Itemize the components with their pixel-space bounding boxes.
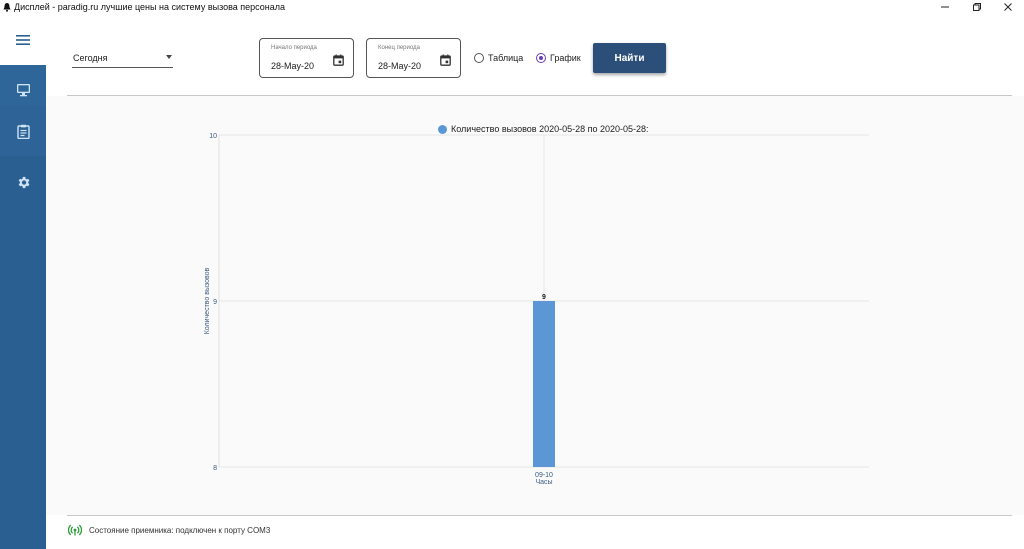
restore-button[interactable] xyxy=(962,0,992,14)
divider-bottom xyxy=(67,515,1012,516)
data-label: 9 xyxy=(542,294,546,301)
legend-label: Количество вызовов 2020-05-28 по 2020-05… xyxy=(451,124,649,134)
bell-icon xyxy=(3,3,11,12)
start-date-field[interactable]: Начало периода 28-May-20 xyxy=(259,38,354,78)
radio-table-circle[interactable] xyxy=(474,53,484,63)
sidebar xyxy=(0,14,46,549)
chart-legend[interactable]: Количество вызовов 2020-05-28 по 2020-05… xyxy=(438,124,649,134)
y-tick-label: 8 xyxy=(213,465,217,472)
radio-table[interactable]: Таблица xyxy=(474,52,523,64)
menu-icon xyxy=(16,34,30,45)
end-date-field[interactable]: Конец периода 28-May-20 xyxy=(366,38,461,78)
start-date-value: 28-May-20 xyxy=(271,61,315,71)
x-tick-label: 09-10 xyxy=(535,472,553,479)
start-date-label: Начало периода xyxy=(271,45,317,51)
sidebar-item-reports[interactable] xyxy=(0,106,46,156)
title-bar: Дисплей - paradig.ru лучшие цены на сист… xyxy=(0,0,1024,14)
monitor-icon xyxy=(16,84,30,97)
calendar-icon[interactable] xyxy=(333,54,344,66)
legend-marker xyxy=(438,124,447,134)
status-text: Состояние приемника: подключен к порту C… xyxy=(89,525,271,535)
radio-chart[interactable]: График xyxy=(536,52,581,64)
end-date-value: 28-May-20 xyxy=(378,61,422,71)
radio-table-label: Таблица xyxy=(488,53,524,63)
x-axis-label: Часы xyxy=(535,479,552,486)
radio-chart-label: График xyxy=(550,53,581,63)
restore-icon xyxy=(973,3,981,11)
close-icon xyxy=(1004,3,1012,11)
window-title: Дисплей - paradig.ru лучшие цены на сист… xyxy=(14,2,286,12)
radio-chart-circle[interactable] xyxy=(536,53,546,63)
clipboard-icon xyxy=(16,124,30,139)
y-tick-label: 9 xyxy=(213,299,217,306)
minimize-icon xyxy=(941,6,949,8)
y-tick-label: 10 xyxy=(209,133,217,140)
minimize-button[interactable] xyxy=(930,0,960,14)
end-date-label: Конец периода xyxy=(378,45,420,51)
gear-icon xyxy=(18,176,29,188)
bar-chart: 8 9 10 9 09-10Часы Количество вызовов xyxy=(204,133,869,486)
period-select[interactable]: Сегодня xyxy=(72,50,173,68)
close-button[interactable] xyxy=(993,0,1023,14)
find-button[interactable]: Найти xyxy=(593,43,666,73)
sidebar-item-settings[interactable] xyxy=(0,157,46,207)
chart-area: 8 9 10 9 09-10 Часы Количество вызовов xyxy=(46,96,1024,515)
antenna-icon xyxy=(68,524,82,536)
calendar-icon[interactable] xyxy=(440,54,451,66)
bar xyxy=(533,301,555,467)
chevron-down-icon xyxy=(166,55,172,59)
y-axis-label: Количество вызовов xyxy=(204,267,211,334)
status-bar: Состояние приемника: подключен к порту C… xyxy=(68,524,270,536)
period-select-value: Сегодня xyxy=(73,53,108,63)
menu-button[interactable] xyxy=(0,14,46,65)
